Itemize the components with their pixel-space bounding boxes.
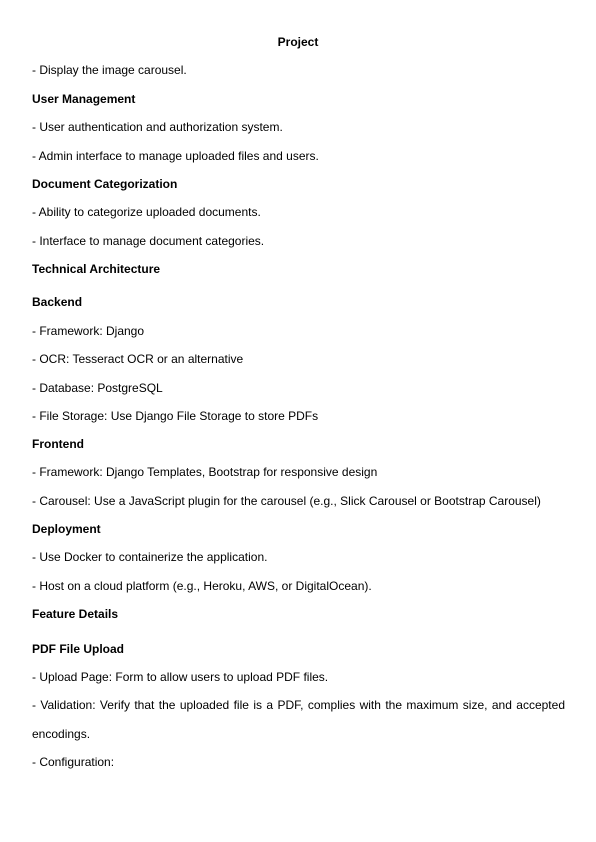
bullet-upload-page: - Upload Page: Form to allow users to up… — [32, 670, 329, 684]
bullet-frontend-framework: - Framework: Django Templates, Bootstrap… — [32, 465, 378, 479]
bullet-backend-framework: - Framework: Django — [32, 324, 145, 338]
bullet-user-auth: - User authentication and authorization … — [32, 120, 283, 134]
bullet-deployment-cloud: - Host on a cloud platform (e.g., Heroku… — [32, 579, 372, 593]
heading-deployment: Deployment — [32, 522, 101, 536]
heading-user-management: User Management — [32, 92, 136, 106]
bullet-deployment-docker: - Use Docker to containerize the applica… — [32, 550, 268, 564]
heading-document-categorization: Document Categorization — [32, 177, 178, 191]
bullet-display-carousel: - Display the image carousel. — [32, 63, 187, 77]
bullet-categorize-documents: - Ability to categorize uploaded documen… — [32, 205, 261, 219]
heading-technical-architecture: Technical Architecture — [32, 262, 161, 276]
heading-pdf-file-upload: PDF File Upload — [32, 642, 125, 656]
heading-frontend: Frontend — [32, 437, 84, 451]
heading-feature-details: Feature Details — [32, 607, 119, 621]
bullet-manage-categories: - Interface to manage document categorie… — [32, 234, 265, 248]
bullet-admin-interface: - Admin interface to manage uploaded fil… — [32, 149, 319, 163]
bullet-backend-database: - Database: PostgreSQL — [32, 381, 163, 395]
document-title: Project — [277, 35, 319, 49]
bullet-frontend-carousel: - Carousel: Use a JavaScript plugin for … — [32, 494, 541, 508]
heading-backend: Backend — [32, 295, 83, 309]
bullet-backend-file-storage: - File Storage: Use Django File Storage … — [32, 409, 319, 423]
bullet-validation: - Validation: Verify that the uploaded f… — [32, 698, 565, 712]
document-page: Project - Display the image carousel. Us… — [0, 0, 596, 842]
bullet-validation-continued: encodings. — [32, 727, 91, 741]
bullet-configuration: - Configuration: — [32, 755, 115, 769]
bullet-backend-ocr: - OCR: Tesseract OCR or an alternative — [32, 352, 244, 366]
